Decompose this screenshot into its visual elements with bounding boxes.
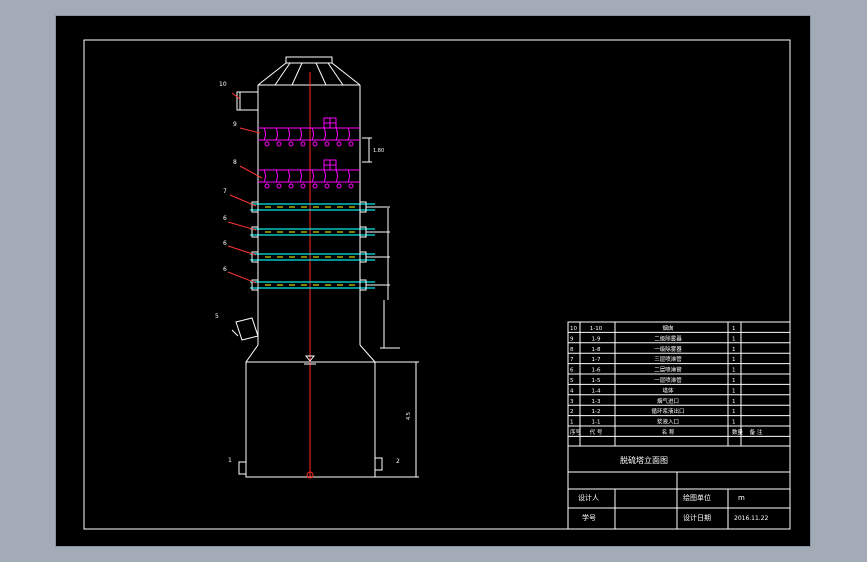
- flue-gas-inlet: [235, 317, 259, 341]
- table-cell-code: 1-9: [592, 336, 601, 342]
- table-cell-no: 7: [570, 357, 574, 363]
- tower-cone: [257, 62, 361, 86]
- table-cell-code: 1-6: [592, 368, 601, 374]
- table-cell-qty: 1: [732, 388, 736, 394]
- callout-9: 9: [233, 121, 237, 128]
- table-cell-no: 10: [570, 326, 577, 332]
- drawing-svg: 10 9 8 7 6 6 6 5 1 2 1.80 4.5 10 1-10 烟囱 1 9…: [83, 39, 791, 530]
- table-cell-qty: 1: [732, 368, 736, 374]
- spray-layer-1: [250, 201, 390, 213]
- table-cell-code: 1-1: [592, 420, 601, 426]
- spray-layer-3: [250, 251, 390, 263]
- dim-body: 4.5: [406, 412, 412, 420]
- callout-2: 2: [396, 458, 400, 465]
- table-cell-note: 备 注: [750, 428, 763, 436]
- table-cell-qty: 1: [732, 326, 736, 332]
- table-cell-qty: 1: [732, 336, 736, 342]
- table-cell-qty: 1: [732, 357, 736, 363]
- table-cell-no: 4: [570, 388, 574, 394]
- mist-eliminator-1: [258, 117, 360, 147]
- callout-6a: 6: [223, 215, 227, 222]
- table-cell-name: 二级除雾器: [654, 334, 682, 342]
- table-cell-qty: 1: [732, 347, 736, 353]
- table-cell-code: 1-10: [590, 326, 603, 332]
- table-cell-name: 循环浆液出口: [651, 407, 684, 415]
- table-cell-code: 1-8: [592, 347, 601, 353]
- inner-border: [83, 39, 791, 530]
- spray-layer-4: [250, 279, 390, 291]
- callout-7: 7: [223, 188, 227, 195]
- table-cell-code: 1-2: [592, 409, 601, 415]
- table-cell-code: 1-4: [592, 388, 601, 394]
- table-cell-no: 序号: [570, 428, 582, 436]
- unit-label: 绘图单位: [683, 493, 711, 502]
- tower-cap: [285, 56, 333, 64]
- parts-table-text: 10 1-10 烟囱 1 9 1-9 二级除雾器 1 8 1-8 一级除雾器 1 7 1-7 三层喷淋管 1 6…: [570, 324, 763, 436]
- table-cell-name: 塔体: [662, 386, 674, 394]
- callout-5: 5: [215, 313, 219, 320]
- table-cell-no: 5: [570, 378, 574, 384]
- table-cell-name: 一级除雾器: [654, 345, 682, 353]
- callout-10: 10: [219, 81, 227, 88]
- table-cell-no: 8: [570, 347, 574, 353]
- table-cell-name: 烟气进口: [657, 397, 679, 405]
- cad-canvas: 10 9 8 7 6 6 6 5 1 2 1.80 4.5 10 1-10 烟囱 1 9…: [0, 0, 867, 562]
- bottom-nozzle-left: [238, 461, 247, 475]
- callout-6c: 6: [223, 266, 227, 273]
- table-cell-name: 烟囱: [662, 324, 673, 332]
- table-cell-qty: 1: [732, 409, 736, 415]
- mist-eliminator-2: [258, 159, 360, 189]
- table-cell-no: 1: [570, 420, 574, 426]
- bottom-nozzle-right: [374, 457, 383, 471]
- table-cell-name: 浆液入口: [657, 418, 679, 426]
- designer-label: 设计人: [578, 493, 599, 502]
- callout-8: 8: [233, 159, 237, 166]
- table-cell-no: 6: [570, 368, 574, 374]
- unit-value: m: [738, 494, 745, 502]
- table-cell-name: 二层喷淋管: [654, 366, 682, 374]
- spray-layer-2: [250, 226, 390, 238]
- callout-labels: 10 9 8 7 6 6 6 5 1 2 1.80 4.5: [215, 81, 412, 465]
- table-cell-no: 9: [570, 336, 574, 342]
- table-cell-code: 代 号: [590, 428, 603, 436]
- table-cell-code: 1-5: [592, 378, 601, 384]
- table-cell-name: 名 称: [662, 428, 675, 436]
- table-cell-code: 1-3: [592, 399, 601, 405]
- dim-mist: 1.80: [373, 148, 384, 154]
- table-cell-qty: 1: [732, 420, 736, 426]
- date-label: 设计日期: [683, 513, 711, 522]
- table-cell-qty: 1: [732, 378, 736, 384]
- callout-1: 1: [228, 457, 232, 464]
- table-cell-name: 一层喷淋管: [654, 376, 682, 384]
- table-cell-no: 3: [570, 399, 574, 405]
- table-cell-no: 2: [570, 409, 574, 415]
- date-value: 2016.11.22: [734, 515, 769, 522]
- callout-6b: 6: [223, 240, 227, 247]
- drawing-title: 脱硫塔立面图: [620, 455, 668, 465]
- tower-drawing: [231, 56, 419, 478]
- table-cell-name: 三层喷淋管: [654, 355, 682, 363]
- student-no-label: 学号: [582, 513, 596, 522]
- mist-eliminators: [258, 117, 360, 189]
- table-cell-qty: 1: [732, 399, 736, 405]
- table-cell-code: 1-7: [592, 357, 601, 363]
- spray-layers: [250, 201, 390, 291]
- table-cell-qty: 数量: [732, 428, 744, 436]
